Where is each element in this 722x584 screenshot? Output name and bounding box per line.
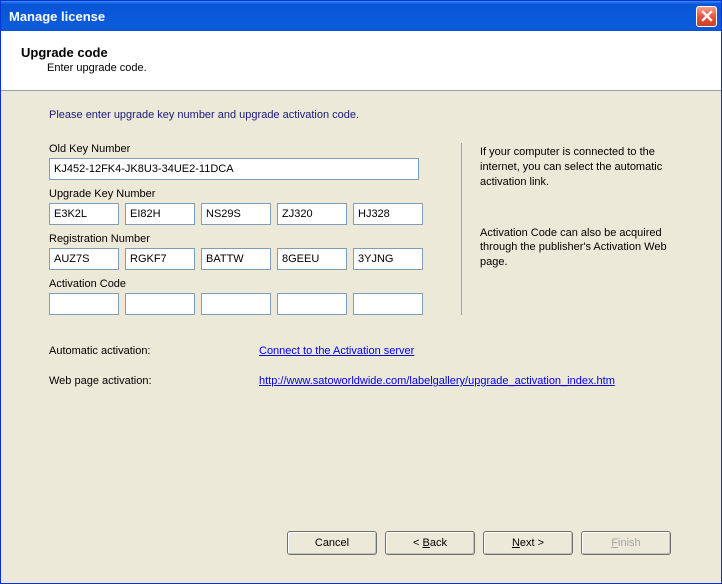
back-mnemonic: B xyxy=(423,537,430,549)
header-panel: Upgrade code Enter upgrade code. xyxy=(1,31,721,91)
upgrade-key-3[interactable] xyxy=(201,203,271,225)
back-button[interactable]: < Back xyxy=(385,531,475,555)
upgrade-key-group xyxy=(49,203,439,225)
page-subtitle: Enter upgrade code. xyxy=(47,62,701,74)
content-area: Please enter upgrade key number and upgr… xyxy=(1,91,721,583)
activation-2[interactable] xyxy=(125,293,195,315)
finish-rest: inish xyxy=(618,537,641,549)
web-activation-link[interactable]: http://www.satoworldwide.com/labelgaller… xyxy=(259,375,615,387)
window-frame: Manage license Upgrade code Enter upgrad… xyxy=(0,0,722,584)
main-row: Old Key Number Upgrade Key Number Regist… xyxy=(49,143,689,315)
registration-4[interactable] xyxy=(277,248,347,270)
upgrade-key-4[interactable] xyxy=(277,203,347,225)
next-rest: ext > xyxy=(520,537,544,549)
registration-3[interactable] xyxy=(201,248,271,270)
activation-5[interactable] xyxy=(353,293,423,315)
upgrade-key-1[interactable] xyxy=(49,203,119,225)
upgrade-key-2[interactable] xyxy=(125,203,195,225)
registration-5[interactable] xyxy=(353,248,423,270)
next-button[interactable]: Next > xyxy=(483,531,573,555)
back-prefix: < xyxy=(413,537,422,549)
registration-2[interactable] xyxy=(125,248,195,270)
old-key-input[interactable] xyxy=(49,158,419,180)
registration-1[interactable] xyxy=(49,248,119,270)
links-block: Automatic activation: Connect to the Act… xyxy=(49,345,689,405)
close-icon xyxy=(701,10,713,22)
activation-1[interactable] xyxy=(49,293,119,315)
upgrade-key-label: Upgrade Key Number xyxy=(49,188,439,200)
button-row: Cancel < Back Next > Finish xyxy=(49,513,689,573)
close-button[interactable] xyxy=(696,6,717,27)
form-column: Old Key Number Upgrade Key Number Regist… xyxy=(49,143,439,315)
info-paragraph-2: Activation Code can also be acquired thr… xyxy=(480,226,689,271)
window-title: Manage license xyxy=(9,9,696,24)
old-key-label: Old Key Number xyxy=(49,143,439,155)
registration-label: Registration Number xyxy=(49,233,439,245)
registration-group xyxy=(49,248,439,270)
web-activation-label: Web page activation: xyxy=(49,375,259,387)
activation-4[interactable] xyxy=(277,293,347,315)
instruction-text: Please enter upgrade key number and upgr… xyxy=(49,109,689,121)
info-column: If your computer is connected to the int… xyxy=(461,143,689,315)
auto-activation-row: Automatic activation: Connect to the Act… xyxy=(49,345,689,357)
activation-group xyxy=(49,293,439,315)
page-title: Upgrade code xyxy=(21,45,701,60)
back-rest: ack xyxy=(430,537,447,549)
info-paragraph-1: If your computer is connected to the int… xyxy=(480,145,689,190)
cancel-button[interactable]: Cancel xyxy=(287,531,377,555)
activation-label: Activation Code xyxy=(49,278,439,290)
web-activation-row: Web page activation: http://www.satoworl… xyxy=(49,375,689,387)
next-mnemonic: N xyxy=(512,537,520,549)
upgrade-key-5[interactable] xyxy=(353,203,423,225)
auto-activation-link[interactable]: Connect to the Activation server xyxy=(259,345,414,357)
titlebar: Manage license xyxy=(1,1,721,31)
auto-activation-label: Automatic activation: xyxy=(49,345,259,357)
finish-button: Finish xyxy=(581,531,671,555)
activation-3[interactable] xyxy=(201,293,271,315)
